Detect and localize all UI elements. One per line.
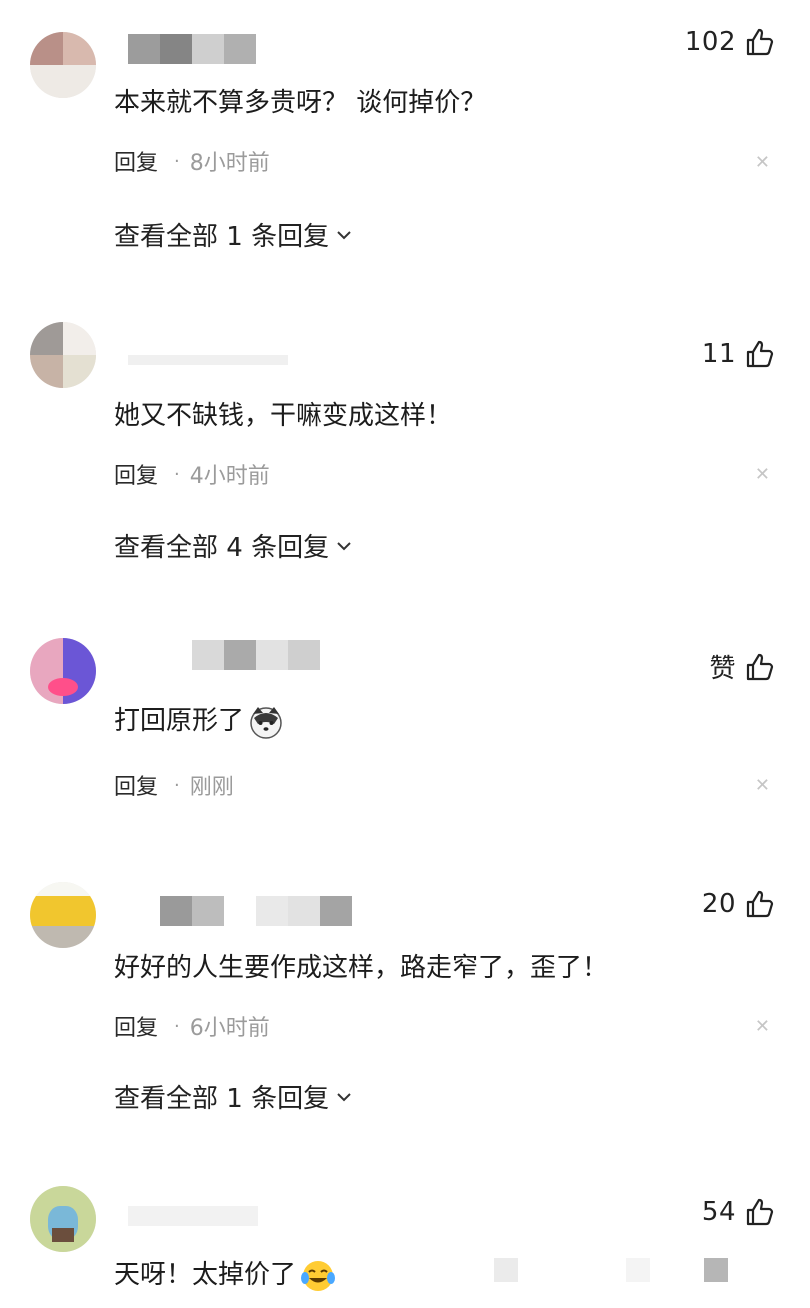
- meta-separator: ·: [174, 463, 180, 485]
- avatar[interactable]: [30, 32, 96, 98]
- chevron-down-icon: [337, 230, 351, 239]
- username-blurred[interactable]: [128, 34, 256, 64]
- chevron-down-icon: [337, 541, 351, 550]
- chevron-down-icon: [337, 1092, 351, 1101]
- view-all-label: 查看全部 1 条回复: [114, 1084, 330, 1114]
- view-all-label: 查看全部 4 条回复: [114, 533, 330, 563]
- like-count: 20: [701, 889, 736, 919]
- thumbs-up-icon: [746, 653, 774, 680]
- meta-separator: ·: [174, 150, 180, 172]
- like-button[interactable]: 赞: [709, 648, 776, 685]
- thumbs-up-icon: [746, 1198, 774, 1226]
- comment-meta: 回复 · 6小时前: [114, 1010, 270, 1042]
- close-icon[interactable]: ✕: [755, 1016, 770, 1037]
- avatar[interactable]: [30, 638, 96, 704]
- close-icon[interactable]: ✕: [755, 775, 770, 796]
- meta-separator: ·: [174, 774, 180, 796]
- comment-meta: 回复 · 4小时前: [114, 458, 270, 490]
- avatar[interactable]: [30, 322, 96, 388]
- like-button[interactable]: 20: [702, 888, 776, 920]
- image-placeholder: [704, 1258, 728, 1282]
- comment-text: 天呀！太掉价了: [114, 1260, 297, 1290]
- like-button[interactable]: 102: [685, 26, 776, 58]
- comment-text: 本来就不算多贵呀？ 谈何掉价？: [114, 88, 487, 118]
- like-button[interactable]: 11: [702, 338, 776, 370]
- reply-button[interactable]: 回复: [114, 458, 158, 490]
- comment-text: 她又不缺钱，干嘛变成这样！: [114, 401, 453, 431]
- crying-laughing-emoji: [301, 1260, 336, 1291]
- view-all-replies-button[interactable]: 查看全部 4 条回复: [114, 527, 353, 564]
- like-count: 赞: [709, 654, 736, 684]
- like-count: 102: [684, 27, 736, 57]
- reply-button[interactable]: 回复: [114, 1010, 158, 1042]
- reply-button[interactable]: 回复: [114, 145, 158, 177]
- husky-dog-emoji: [250, 706, 282, 739]
- thumbs-up-icon: [746, 890, 774, 918]
- comment-text-row: 天呀！太掉价了: [114, 1254, 336, 1294]
- comment-text: 好好的人生要作成这样，路走窄了，歪了！: [114, 953, 609, 983]
- username-blurred[interactable]: [160, 896, 352, 926]
- comment-time: 8小时前: [189, 151, 270, 176]
- username-blurred[interactable]: [128, 1206, 258, 1236]
- reply-button[interactable]: 回复: [114, 769, 158, 801]
- username-blurred[interactable]: [128, 345, 288, 375]
- like-count: 54: [701, 1197, 736, 1227]
- thumbs-up-icon: [746, 28, 774, 56]
- image-placeholder: [626, 1258, 650, 1282]
- avatar[interactable]: [30, 1186, 96, 1252]
- comment-meta: 回复 · 8小时前: [114, 145, 270, 177]
- thumbs-up-icon: [746, 340, 774, 368]
- like-count: 11: [701, 339, 736, 369]
- comment-time: 4小时前: [189, 464, 270, 489]
- view-all-replies-button[interactable]: 查看全部 1 条回复: [114, 216, 353, 253]
- like-button[interactable]: 54: [702, 1196, 776, 1228]
- view-all-replies-button[interactable]: 查看全部 1 条回复: [114, 1078, 353, 1115]
- view-all-label: 查看全部 1 条回复: [114, 222, 330, 252]
- image-placeholder: [494, 1258, 518, 1282]
- username-blurred[interactable]: [192, 640, 320, 670]
- meta-separator: ·: [174, 1015, 180, 1037]
- avatar[interactable]: [30, 882, 96, 948]
- comment-meta: 回复 · 刚刚: [114, 769, 234, 801]
- close-icon[interactable]: ✕: [755, 464, 770, 485]
- comment-time: 刚刚: [189, 775, 234, 800]
- comment-text-row: 打回原形了: [114, 700, 284, 740]
- comment-text: 打回原形了: [114, 706, 245, 736]
- comment-time: 6小时前: [189, 1016, 270, 1041]
- close-icon[interactable]: ✕: [755, 152, 770, 173]
